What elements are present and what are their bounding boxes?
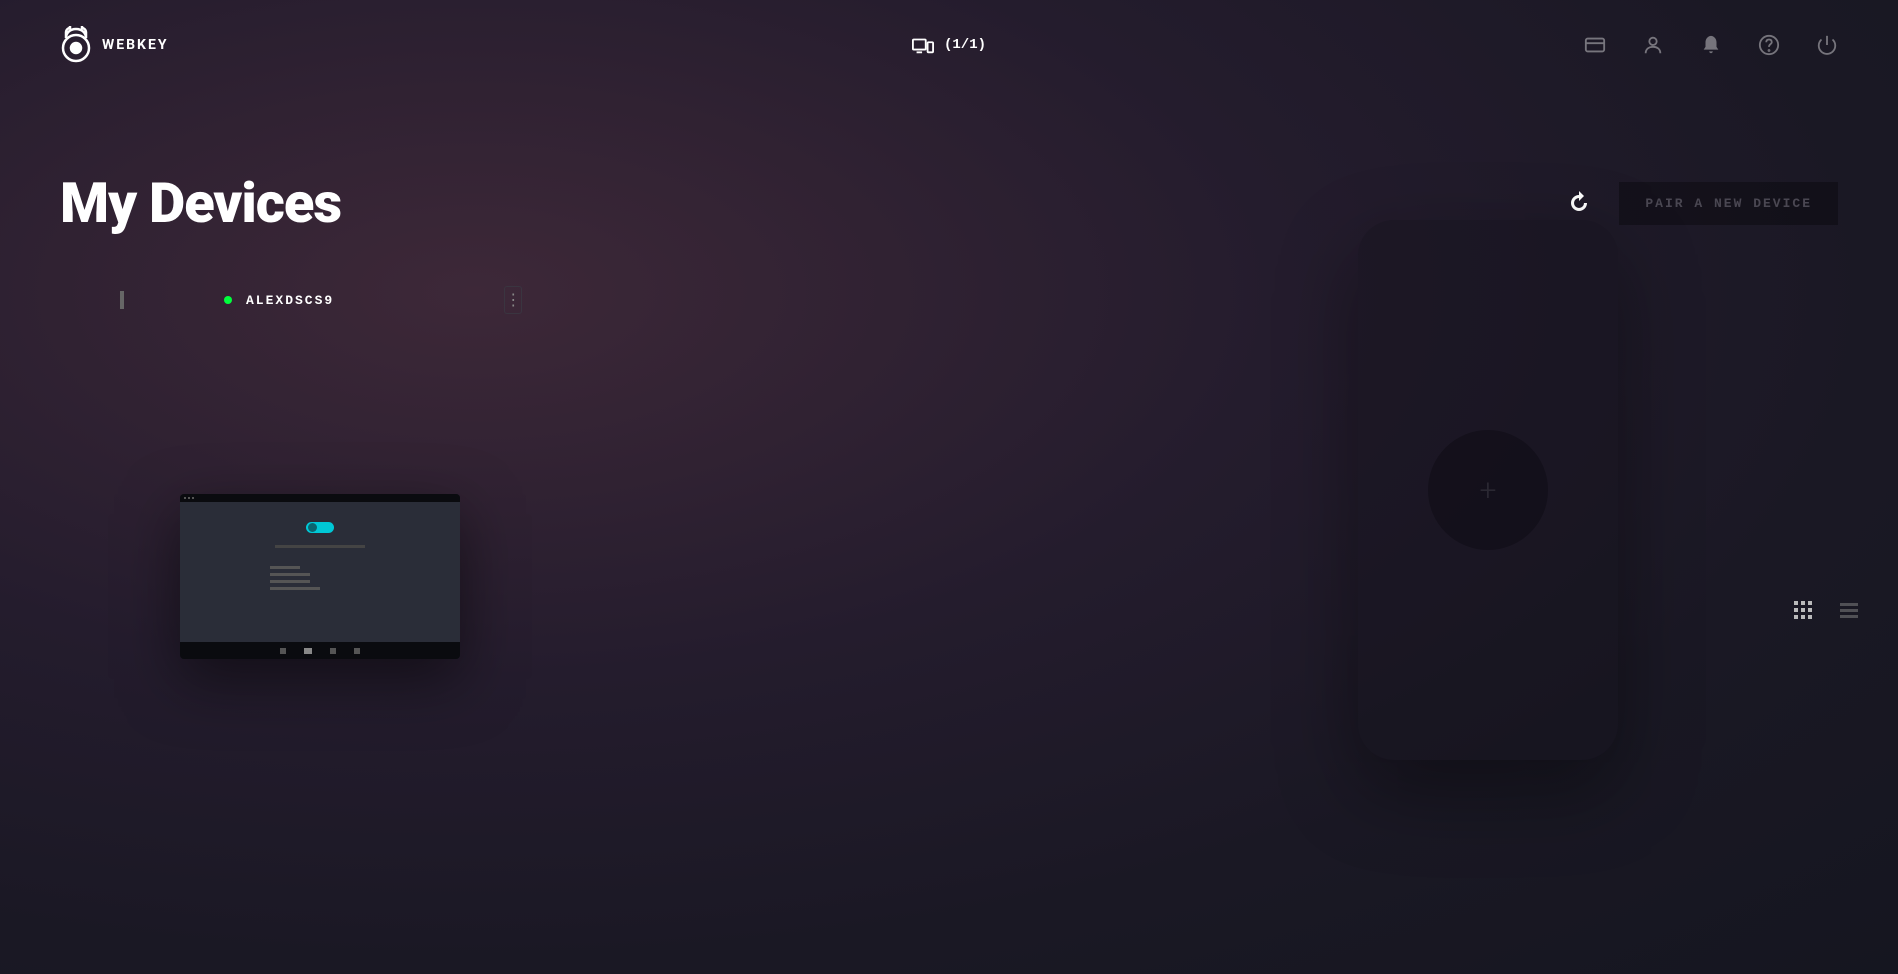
grid-view-icon[interactable] [1794,601,1812,619]
user-icon[interactable] [1642,34,1664,56]
page-actions: PAIR A NEW DEVICE [1567,182,1838,225]
device-count-text: (1/1) [944,37,986,53]
device-card[interactable]: ALEXDSCS9 ⋮ [60,286,620,659]
device-checkbox[interactable] [120,291,124,309]
view-toggle-buttons [1794,601,1858,619]
list-view-icon[interactable] [1840,601,1858,619]
brand-name: WEBKEY [102,37,169,53]
refresh-icon[interactable] [1567,191,1591,215]
devices-icon [912,36,934,54]
app-header: WEBKEY (1/1) [0,0,1898,90]
page-title: My Devices [60,170,341,236]
webkey-logo-icon [60,26,92,64]
device-card-header: ALEXDSCS9 ⋮ [120,286,320,314]
billing-icon[interactable] [1584,34,1606,56]
device-screenshot-thumb[interactable] [180,494,460,659]
device-more-button[interactable]: ⋮ [504,286,522,314]
pair-device-button[interactable]: PAIR A NEW DEVICE [1619,182,1838,225]
power-icon[interactable] [1816,34,1838,56]
bell-icon[interactable] [1700,34,1722,56]
header-actions [1584,34,1838,56]
add-device-card[interactable]: + [1358,220,1618,760]
device-name: ALEXDSCS9 [246,293,334,308]
status-online-dot [224,296,232,304]
devices-grid: ALEXDSCS9 ⋮ [60,286,1838,659]
plus-icon: + [1480,473,1497,508]
device-name-wrap: ALEXDSCS9 [224,293,334,308]
add-device-circle: + [1428,430,1548,550]
device-counter: (1/1) [912,36,986,54]
help-icon[interactable] [1758,34,1780,56]
logo[interactable]: WEBKEY [60,26,169,64]
main-content: My Devices PAIR A NEW DEVICE ALEXDSCS9 ⋮ [0,90,1898,659]
